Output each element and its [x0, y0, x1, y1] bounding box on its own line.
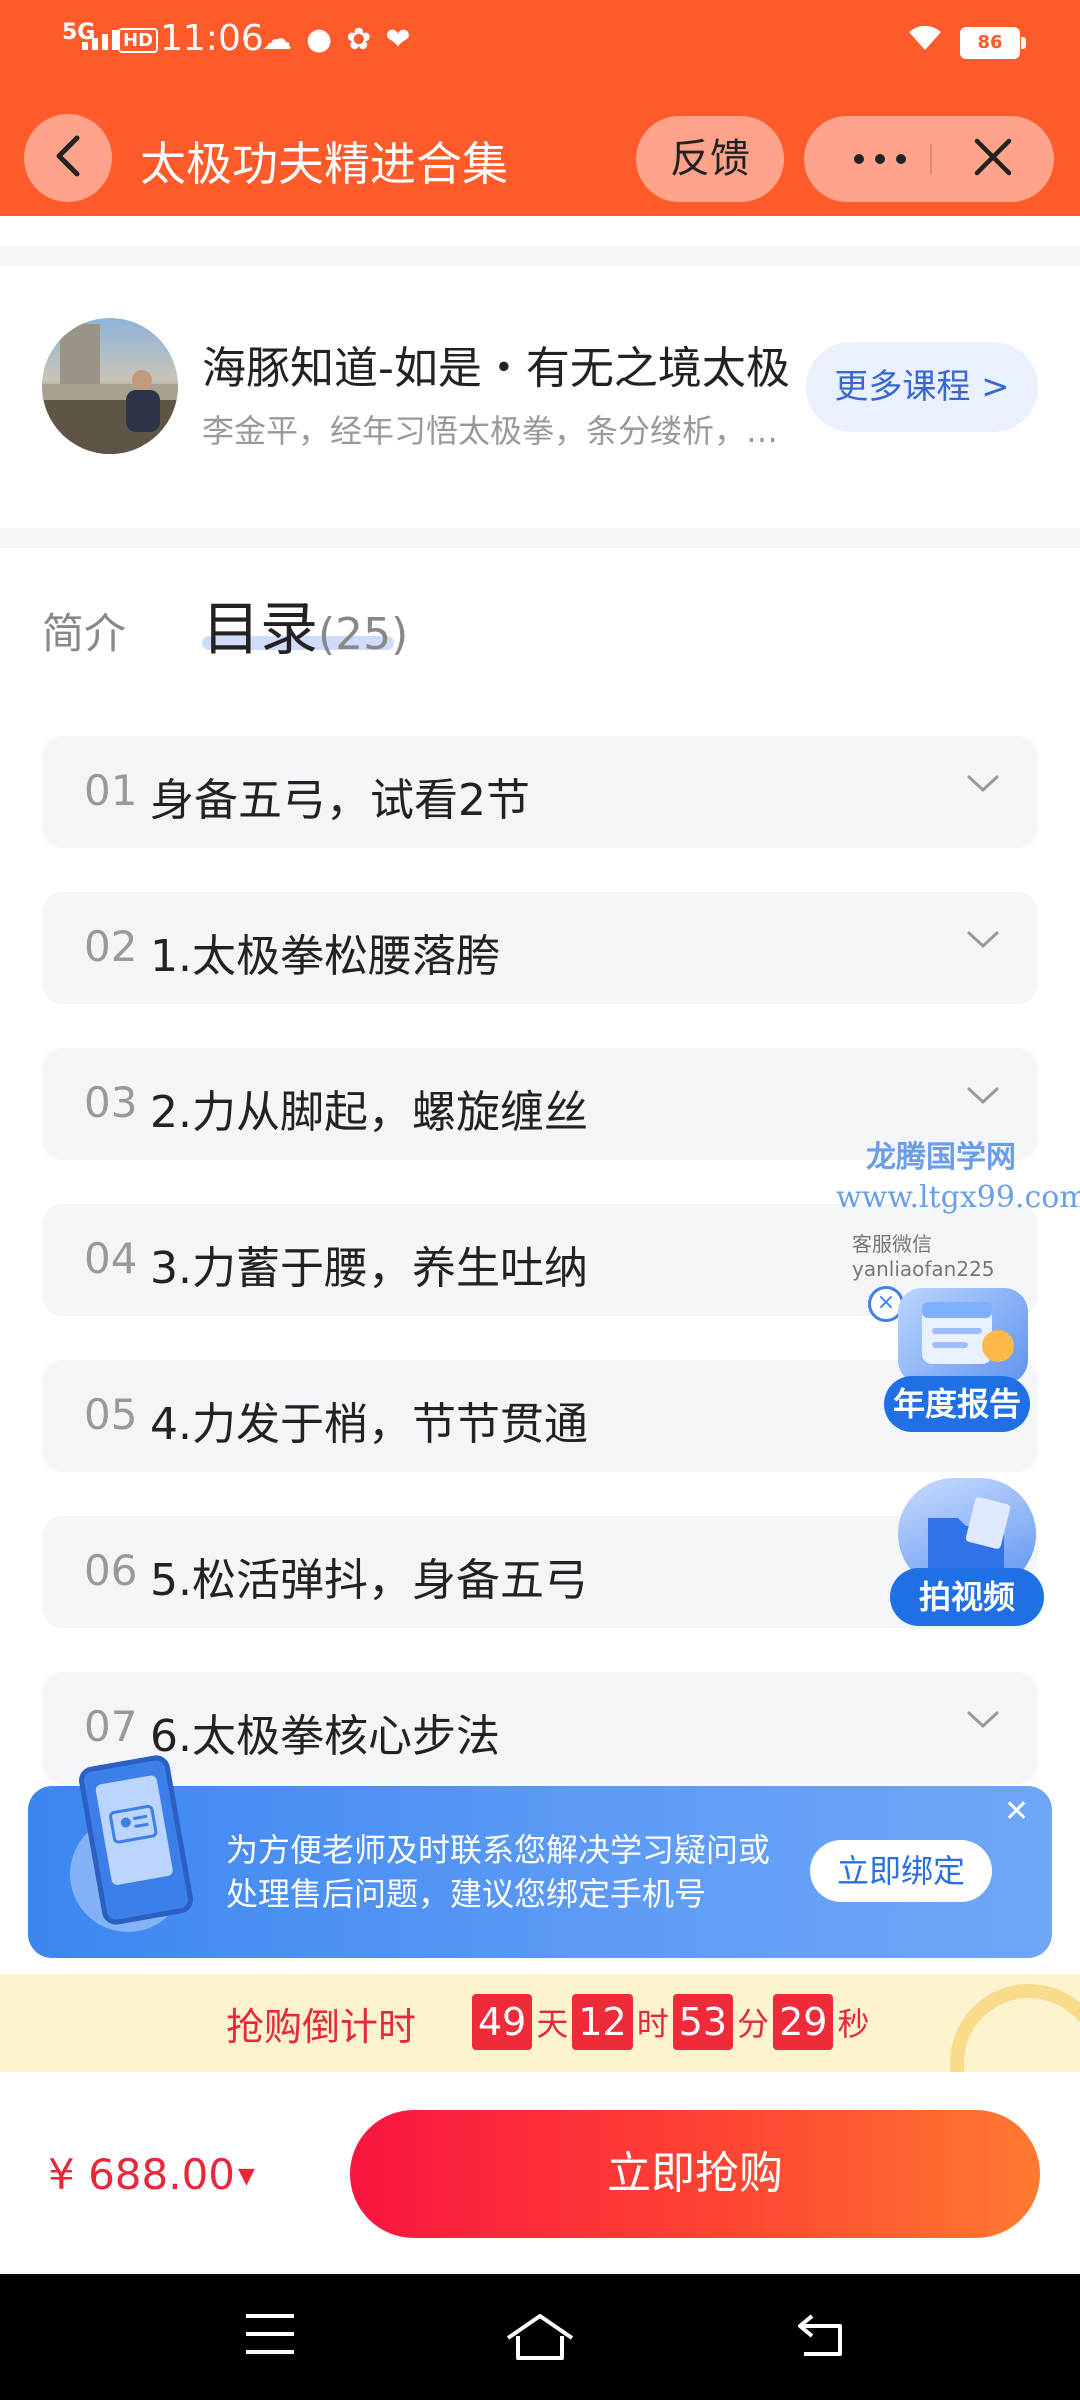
top-gap	[0, 216, 1080, 246]
teacher-description: 李金平，经年习悟太极拳，条分缕析，…	[202, 412, 779, 450]
menu-icon[interactable]	[244, 2312, 296, 2360]
bind-message-line: 处理售后问题，建议您绑定手机号	[226, 1875, 707, 1913]
lesson-title: 4.力发于梢，节节贯通	[150, 1399, 588, 1450]
lesson-number: 02	[84, 922, 138, 971]
status-bar: 5G HD 11:06 ☁ ● ✿ ❤ 86	[0, 0, 1080, 80]
battery-icon: 86	[960, 27, 1026, 59]
page-title: 太极功夫精进合集	[140, 137, 508, 191]
feedback-button[interactable]: 反馈	[636, 116, 784, 202]
countdown-timer: 49 天 12 时 53 分 29 秒	[472, 1994, 874, 2050]
shoot-video-button[interactable]: 拍视频	[890, 1568, 1044, 1626]
watermark-title: 龙腾国学网	[866, 1140, 1016, 1175]
tab-catalog-count: (25)	[318, 609, 409, 660]
message-icon: ●	[306, 22, 333, 57]
divider	[0, 528, 1080, 548]
lesson-number: 06	[84, 1546, 138, 1595]
clock-icon	[950, 1984, 1080, 2072]
notification-icons: ☁ ● ✿ ❤	[262, 22, 410, 57]
top-bar: 5G HD 11:06 ☁ ● ✿ ❤ 86 太极功夫精进合集 反馈	[0, 0, 1080, 216]
home-icon[interactable]	[504, 2312, 576, 2366]
watermark-contact: 客服微信 yanliaofan225	[852, 1232, 995, 1281]
countdown-unit: 时	[636, 2005, 669, 2043]
countdown-minutes: 53	[672, 1994, 734, 2050]
tab-catalog-label: 目录	[202, 595, 319, 663]
lesson-number: 03	[84, 1078, 138, 1127]
countdown-unit: 分	[737, 2005, 770, 2043]
lesson-number: 05	[84, 1390, 138, 1439]
lesson-title: 身备五弓，试看2节	[150, 775, 530, 826]
lesson-item[interactable]: 06 5.松活弹抖，身备五弓	[42, 1516, 1038, 1628]
divider	[0, 246, 1080, 266]
lesson-title: 1.太极拳松腰落胯	[150, 931, 500, 982]
countdown-label: 抢购倒计时	[226, 2005, 417, 2049]
tab-intro[interactable]: 简介	[42, 600, 126, 661]
chevron-down-icon	[966, 930, 1000, 954]
close-icon	[973, 137, 1013, 181]
mini-program-capsule	[804, 116, 1054, 202]
chevron-down-icon	[966, 774, 1000, 798]
countdown-unit: 天	[536, 2005, 569, 2043]
lesson-number: 07	[84, 1702, 138, 1751]
lesson-item[interactable]: 01 身备五弓，试看2节	[42, 736, 1038, 848]
lesson-title: 6.太极拳核心步法	[150, 1711, 500, 1762]
more-courses-button[interactable]: 更多课程 >	[806, 342, 1038, 432]
chevron-down-icon	[966, 1086, 1000, 1110]
teacher-avatar[interactable]	[42, 318, 178, 454]
caret-down-icon[interactable]: ▼	[238, 2164, 255, 2189]
countdown-days: 49	[472, 1994, 533, 2050]
lesson-item[interactable]: 02 1.太极拳松腰落胯	[42, 892, 1038, 1004]
buy-now-button[interactable]: 立即抢购	[350, 2110, 1040, 2238]
status-time: 11:06	[160, 18, 264, 59]
flash-sale-countdown: 抢购倒计时 49 天 12 时 53 分 29 秒	[0, 1974, 1080, 2072]
close-button[interactable]	[950, 116, 1036, 202]
app-icon-2: ❤	[385, 22, 411, 57]
countdown-seconds: 29	[773, 1994, 834, 2050]
chevron-down-icon	[966, 1710, 1000, 1734]
teacher-name[interactable]: 海豚知道-如是・有无之境太极	[202, 332, 790, 396]
annual-report-button[interactable]: 年度报告	[884, 1376, 1030, 1432]
more-button[interactable]	[830, 116, 930, 202]
hd-badge: HD	[118, 28, 159, 53]
back-nav-icon[interactable]	[796, 2312, 850, 2362]
lesson-title: 2.力从脚起，螺旋缠丝	[150, 1087, 588, 1138]
wechat-moments-icon: ☁	[262, 22, 292, 57]
lesson-item[interactable]: 07 6.太极拳核心步法	[42, 1672, 1038, 1784]
countdown-unit: 秒	[837, 2005, 870, 2043]
lesson-number: 04	[84, 1234, 138, 1283]
banner-close-icon[interactable]: ✕	[1004, 1794, 1029, 1829]
app-icon-1: ✿	[346, 22, 372, 57]
course-price[interactable]: ¥ 688.00	[48, 2150, 235, 2199]
wifi-icon	[905, 20, 945, 61]
countdown-hours: 12	[572, 1994, 633, 2050]
watermark-url: www.ltgx99.com	[836, 1180, 1080, 1215]
back-button[interactable]	[24, 114, 112, 202]
lesson-title: 5.松活弹抖，身备五弓	[150, 1555, 588, 1606]
bind-now-button[interactable]: 立即绑定	[810, 1840, 992, 1902]
calendar-icon	[898, 1288, 1028, 1384]
lesson-title: 3.力蓄于腰，养生吐纳	[150, 1243, 588, 1294]
tab-catalog[interactable]: 目录(25)	[202, 582, 408, 666]
lesson-number: 01	[84, 766, 138, 815]
capsule-divider	[930, 144, 932, 174]
system-navigation-bar	[0, 2274, 1080, 2400]
bind-message-line: 为方便老师及时联系您解决学习疑问或	[226, 1831, 771, 1869]
bind-phone-banner: 为方便老师及时联系您解决学习疑问或 处理售后问题，建议您绑定手机号 立即绑定 ✕	[28, 1753, 1052, 1958]
more-icon	[853, 150, 907, 169]
signal-icon	[82, 30, 118, 50]
bind-phone-message: 为方便老师及时联系您解决学习疑问或 处理售后问题，建议您绑定手机号	[226, 1828, 770, 1916]
back-icon	[53, 134, 83, 182]
